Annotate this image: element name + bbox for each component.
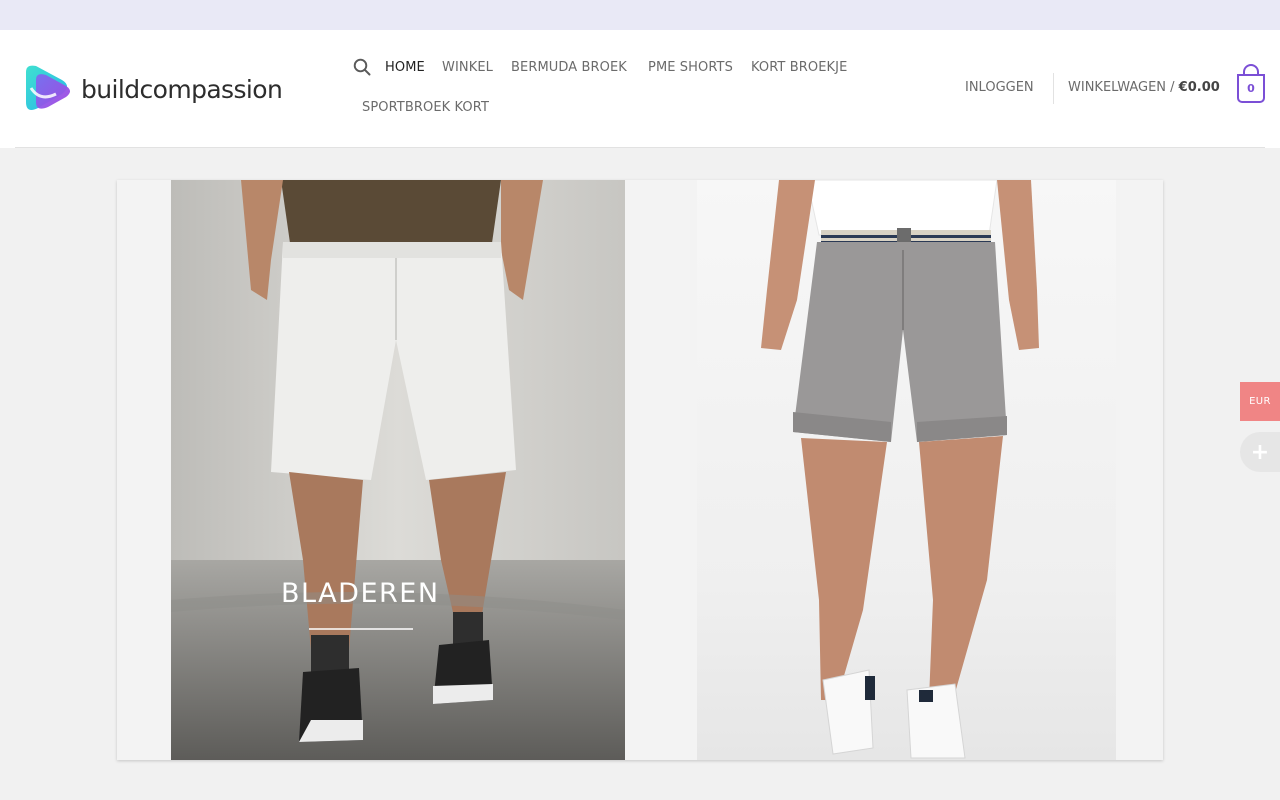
browse-underline bbox=[309, 628, 413, 630]
site-logo[interactable]: buildcompassion bbox=[22, 62, 283, 114]
currency-switcher[interactable]: EUR bbox=[1240, 382, 1280, 421]
hero-image-right[interactable] bbox=[697, 180, 1116, 760]
cart-link[interactable]: WINKELWAGEN / €0.00 bbox=[1068, 80, 1220, 95]
cart-label: WINKELWAGEN / bbox=[1068, 80, 1179, 95]
search-icon[interactable] bbox=[353, 58, 373, 78]
header-divider bbox=[15, 147, 1265, 148]
nav-pme-shorts[interactable]: PME SHORTS bbox=[648, 60, 733, 75]
nav-bermuda-broek[interactable]: BERMUDA BROEK bbox=[511, 60, 627, 75]
cart-total: €0.00 bbox=[1178, 80, 1220, 95]
logo-icon bbox=[22, 62, 76, 114]
top-bar bbox=[0, 0, 1280, 30]
login-link[interactable]: INLOGGEN bbox=[965, 80, 1034, 95]
nav-winkel[interactable]: WINKEL bbox=[442, 60, 493, 75]
cart-count-badge[interactable]: 0 bbox=[1237, 74, 1265, 103]
hero-image-left[interactable]: BLADEREN bbox=[171, 180, 625, 760]
nav-sportbroek-kort[interactable]: SPORTBROEK KORT bbox=[362, 100, 489, 115]
plus-icon[interactable]: + bbox=[1240, 432, 1280, 472]
nav-home[interactable]: HOME bbox=[385, 60, 425, 75]
nav-kort-broekje[interactable]: KORT BROEKJE bbox=[751, 60, 847, 75]
browse-button[interactable]: BLADEREN bbox=[281, 578, 440, 609]
brand-name: buildcompassion bbox=[81, 75, 283, 104]
hero-banner: BLADEREN bbox=[117, 180, 1163, 760]
header-vertical-divider bbox=[1053, 73, 1054, 104]
